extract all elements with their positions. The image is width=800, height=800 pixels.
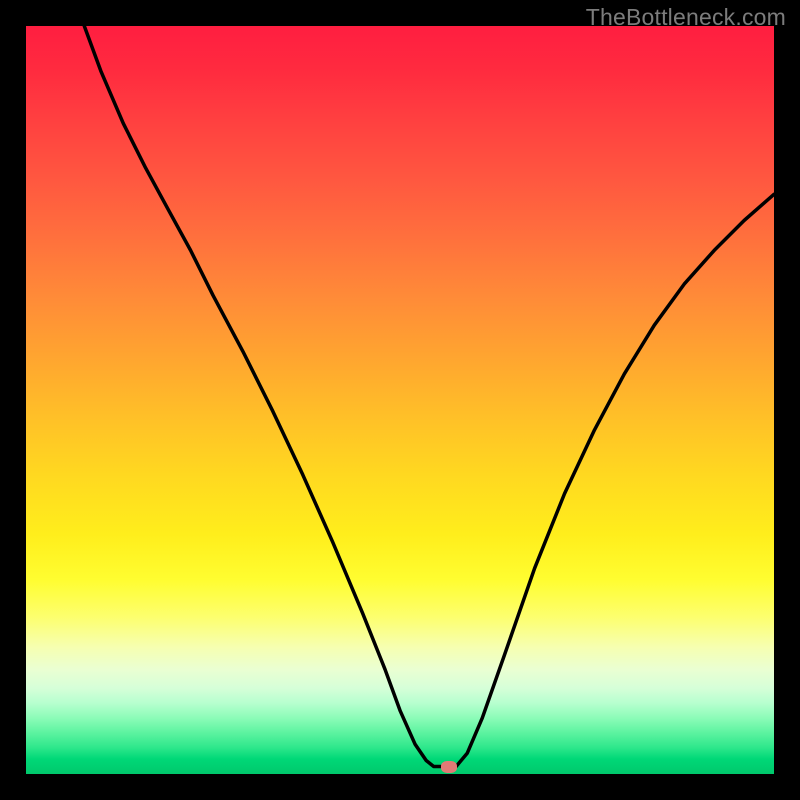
chart-frame: TheBottleneck.com	[0, 0, 800, 800]
optimal-point-marker	[441, 761, 457, 773]
plot-area	[26, 26, 774, 774]
bottleneck-curve	[26, 26, 774, 774]
watermark-text: TheBottleneck.com	[586, 4, 786, 31]
